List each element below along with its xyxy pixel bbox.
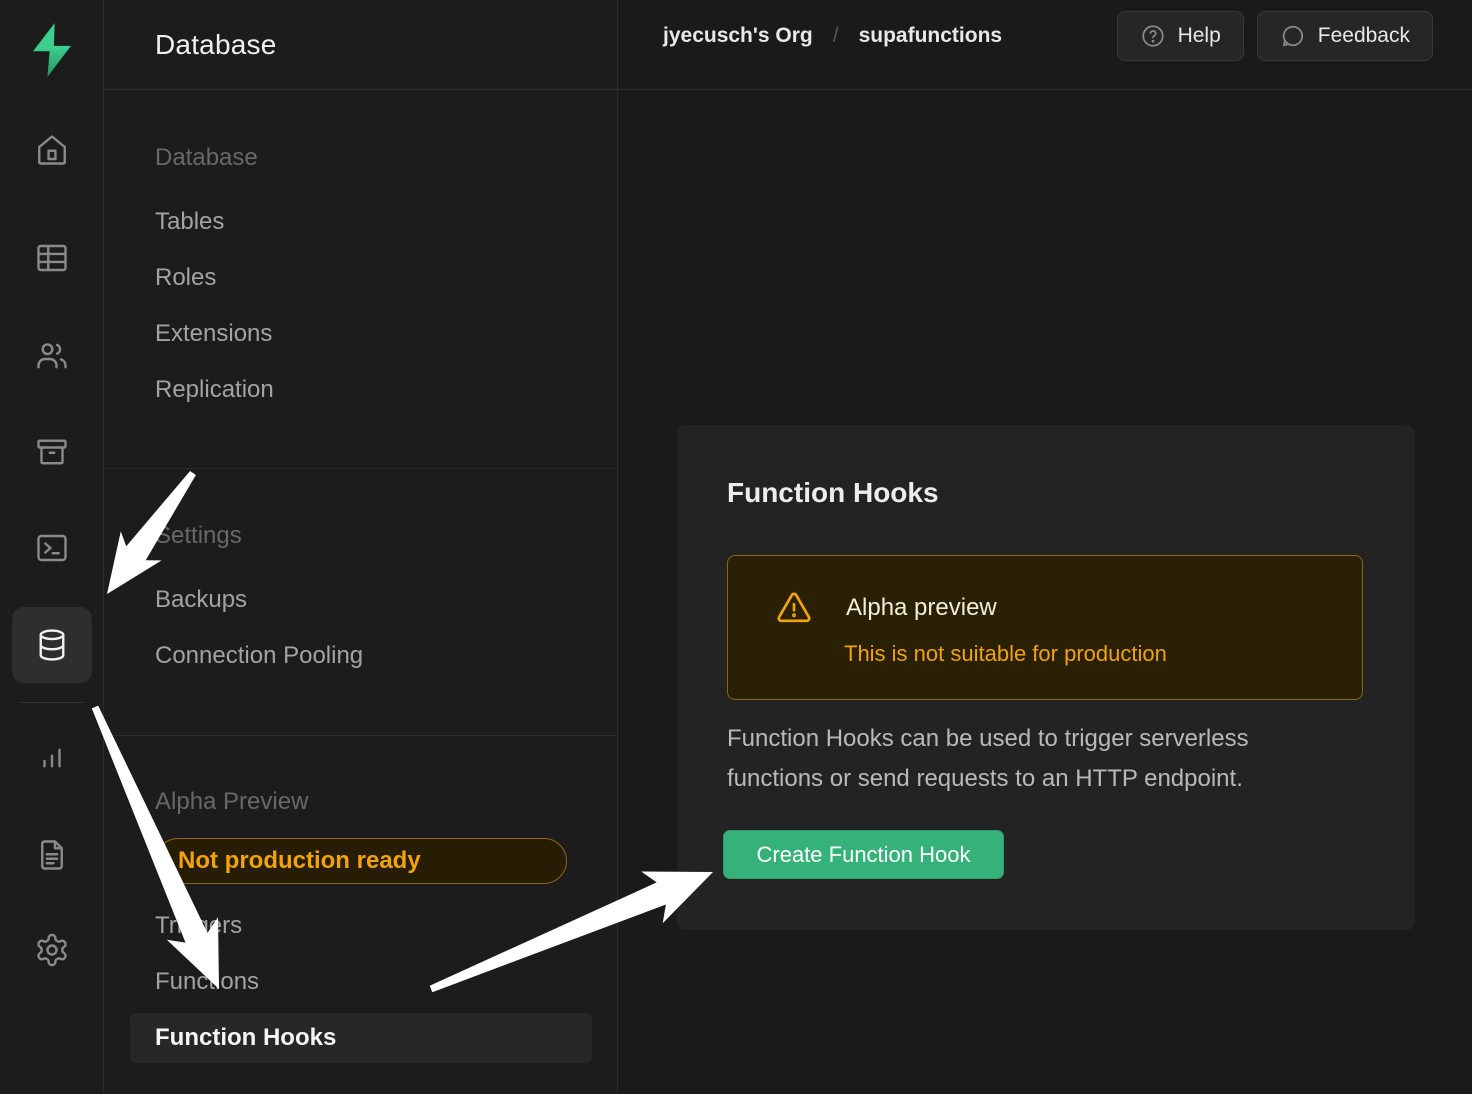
nav-logs-button[interactable]: [12, 817, 92, 893]
sidebar-title: Database: [155, 29, 276, 61]
feedback-label: Feedback: [1318, 24, 1410, 48]
sidebar-item-triggers[interactable]: Triggers: [155, 910, 242, 942]
app-window: Database Database Tables Roles Extension…: [0, 0, 1472, 1094]
auth-users-icon: [34, 338, 70, 374]
page-title: Function Hooks: [727, 477, 939, 509]
nav-settings-button[interactable]: [12, 912, 92, 988]
sidebar-item-connection-pooling[interactable]: Connection Pooling: [155, 640, 363, 672]
alpha-preview-alert: Alpha preview This is not suitable for p…: [727, 555, 1363, 700]
table-editor-icon: [34, 240, 70, 276]
main-content: Function Hooks Alpha preview This is not…: [618, 90, 1472, 1094]
feedback-button[interactable]: Feedback: [1257, 11, 1433, 61]
breadcrumb-separator: /: [833, 24, 839, 48]
icon-rail: [0, 0, 104, 1094]
sql-editor-icon: [34, 530, 70, 566]
nav-table-editor-button[interactable]: [12, 220, 92, 296]
function-hooks-card: Function Hooks Alpha preview This is not…: [677, 425, 1415, 930]
sidebar-divider: [104, 735, 617, 736]
reports-icon: [34, 740, 70, 776]
database-sidebar: Database Database Tables Roles Extension…: [104, 0, 618, 1094]
breadcrumb-org[interactable]: jyecusch's Org: [663, 24, 813, 48]
alert-message: This is not suitable for production: [844, 641, 1167, 667]
warning-triangle-icon: [774, 589, 814, 627]
storage-icon: [34, 434, 70, 470]
logs-icon: [34, 837, 70, 873]
nav-database-button[interactable]: [12, 607, 92, 683]
nav-home-button[interactable]: [12, 112, 92, 188]
card-description: Function Hooks can be used to trigger se…: [727, 719, 1347, 799]
help-question-icon: [1140, 23, 1166, 49]
sidebar-header: Database: [104, 0, 617, 90]
sidebar-item-tables[interactable]: Tables: [155, 206, 224, 238]
sidebar-item-function-hooks-selected[interactable]: Function Hooks: [130, 1013, 592, 1063]
sidebar-item-extensions[interactable]: Extensions: [155, 318, 272, 350]
sidebar-item-backups[interactable]: Backups: [155, 584, 247, 616]
badge-label: Not production ready: [178, 847, 421, 875]
section-heading-settings: Settings: [155, 520, 242, 552]
nav-reports-button[interactable]: [12, 720, 92, 796]
rail-divider: [20, 702, 84, 703]
selected-item-label: Function Hooks: [155, 1024, 336, 1052]
home-icon: [34, 132, 70, 168]
not-production-ready-badge: Not production ready: [155, 838, 567, 884]
help-button[interactable]: Help: [1117, 11, 1244, 61]
top-header: jyecusch's Org / supafunctions Help Feed…: [618, 0, 1472, 90]
sidebar-item-functions[interactable]: Functions: [155, 966, 259, 998]
section-heading-alpha-preview: Alpha Preview: [155, 786, 308, 818]
sidebar-item-replication[interactable]: Replication: [155, 374, 274, 406]
section-heading-database: Database: [155, 142, 258, 174]
nav-sql-editor-button[interactable]: [12, 510, 92, 586]
alert-title: Alpha preview: [846, 594, 997, 622]
nav-auth-button[interactable]: [12, 318, 92, 394]
settings-gear-icon: [34, 932, 70, 968]
cta-label: Create Function Hook: [757, 842, 971, 868]
create-function-hook-button[interactable]: Create Function Hook: [723, 830, 1004, 879]
sidebar-item-roles[interactable]: Roles: [155, 262, 216, 294]
sidebar-divider: [104, 468, 617, 469]
nav-storage-button[interactable]: [12, 414, 92, 490]
feedback-bubble-icon: [1280, 23, 1306, 49]
breadcrumb-project[interactable]: supafunctions: [859, 24, 1003, 48]
supabase-logo-icon[interactable]: [26, 22, 78, 78]
database-icon: [34, 627, 70, 663]
help-label: Help: [1178, 24, 1221, 48]
